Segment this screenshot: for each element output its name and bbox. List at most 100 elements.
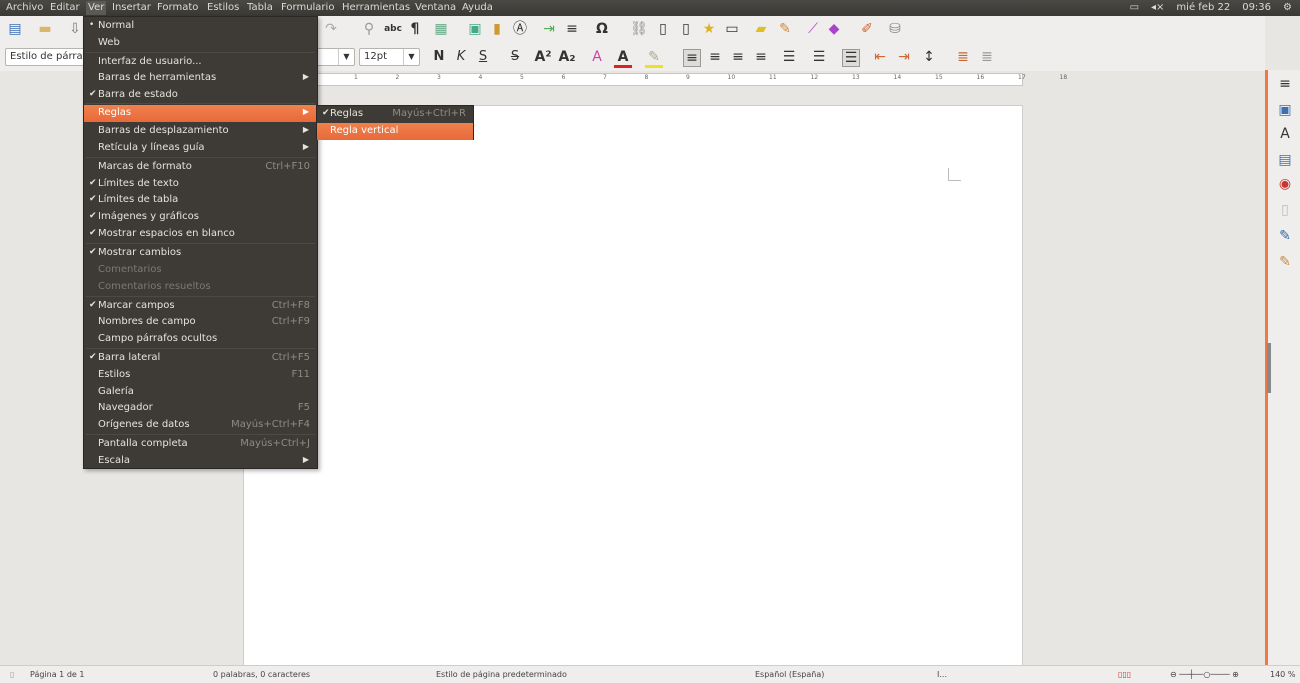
highlight-icon[interactable]: ✎	[645, 49, 663, 68]
bookmark-icon[interactable]: ★	[700, 21, 718, 37]
menu-item[interactable]: Orígenes de datos Mayús+Ctrl+F4	[84, 417, 317, 434]
page-count[interactable]: Página 1 de 1	[30, 670, 84, 679]
track-changes-icon[interactable]: ✎	[776, 21, 794, 37]
document-page[interactable]	[243, 105, 1023, 667]
menu-item[interactable]: ✔ Mostrar cambios	[84, 245, 317, 262]
menu-item[interactable]: Marcas de formato Ctrl+F10	[84, 159, 317, 176]
page-style[interactable]: Estilo de página predeterminado	[436, 670, 567, 679]
cross-reference-icon[interactable]: ▭	[723, 21, 741, 37]
menu-item[interactable]: Pantalla completa Mayús+Ctrl+J	[84, 436, 317, 453]
line-icon[interactable]: ⟋	[804, 21, 822, 37]
menu-ayuda[interactable]: Ayuda	[462, 2, 493, 13]
menu-icon[interactable]: ≡	[1276, 76, 1294, 92]
align-right-icon[interactable]: ≡	[729, 49, 747, 65]
comment-icon[interactable]: ▰	[752, 21, 770, 37]
menu-archivo[interactable]: Archivo	[6, 2, 43, 13]
subscript-icon[interactable]: A₂	[558, 49, 576, 65]
footnote-icon[interactable]: ▯	[654, 21, 672, 37]
menu-insertar[interactable]: Insertar	[112, 2, 151, 13]
menu-herramientas[interactable]: Herramientas	[342, 2, 410, 13]
menu-item[interactable]: Nombres de campo Ctrl+F9	[84, 314, 317, 331]
hyperlink-icon[interactable]: ⛓	[630, 21, 648, 37]
menu-item[interactable]: Galería	[84, 384, 317, 401]
view-layout-icon[interactable]: ▯▯▯	[1118, 670, 1131, 679]
zoom-slider[interactable]: ⊖ ──┼──○──── ⊕	[1170, 670, 1239, 679]
justify-icon[interactable]: ≡	[752, 49, 770, 65]
time[interactable]: 09:36	[1242, 2, 1271, 13]
menu-item[interactable]: Campo párrafos ocultos	[84, 331, 317, 348]
italic-button[interactable]: K	[452, 49, 470, 65]
spellcheck-icon[interactable]: abc	[384, 21, 402, 37]
superscript-icon[interactable]: A²	[534, 49, 552, 65]
menu-item[interactable]: Escala ▶	[84, 453, 317, 470]
special-character-icon[interactable]: Ω	[593, 21, 611, 37]
menu-item[interactable]: ✔ Mostrar espacios en blanco	[84, 226, 317, 243]
draw-functions-icon[interactable]: ✐	[858, 21, 876, 37]
menu-item[interactable]: ✔ Barra de estado	[84, 87, 317, 104]
underline-button[interactable]: S	[474, 49, 492, 65]
menu-item[interactable]: • Normal	[84, 18, 317, 35]
menu-item[interactable]: ✔ Límites de texto	[84, 176, 317, 193]
clear-formatting-icon[interactable]: A	[588, 49, 606, 65]
save-icon[interactable]: ⇩	[66, 21, 84, 37]
database-icon[interactable]: ⛁	[886, 21, 904, 37]
bold-button[interactable]: N	[430, 49, 448, 65]
numbered-list-icon[interactable]: ☰	[810, 49, 828, 65]
chevron-down-icon[interactable]: ▼	[403, 49, 419, 65]
navigator-icon[interactable]: ◉	[1276, 176, 1294, 192]
insert-image-icon[interactable]: ▣	[466, 21, 484, 37]
battery-icon[interactable]: ▭	[1130, 2, 1139, 13]
style-inspector-icon[interactable]: ✎	[1276, 228, 1294, 244]
increase-indent-icon[interactable]: ⇤	[871, 49, 889, 65]
insert-chart-icon[interactable]: ▮	[488, 21, 506, 37]
new-document-icon[interactable]: ▤	[6, 21, 24, 37]
align-left-icon[interactable]: ≡	[683, 49, 701, 67]
menu-tabla[interactable]: Tabla	[247, 2, 273, 13]
menu-formato[interactable]: Formato	[157, 2, 198, 13]
formatting-marks-icon[interactable]: ¶	[406, 21, 424, 37]
menu-item[interactable]: ✔ Marcar campos Ctrl+F8	[84, 298, 317, 315]
menu-item[interactable]: Regla vertical	[317, 123, 473, 140]
paragraph-spacing-icon[interactable]: ≣	[954, 49, 972, 65]
menu-ventana[interactable]: Ventana	[415, 2, 456, 13]
insert-textbox-icon[interactable]: Ⓐ	[511, 21, 529, 37]
horizontal-ruler[interactable]: 1 2 3 4 5 6 7 8 9 10 11 12 13 14 15 16 17 18	[243, 73, 1067, 86]
volume-icon[interactable]: ◂×	[1151, 2, 1164, 13]
vertical-scrollbar[interactable]	[1267, 343, 1271, 393]
outline-icon[interactable]: ☰	[842, 49, 860, 67]
line-spacing-icon[interactable]: ↕	[920, 49, 938, 65]
date[interactable]: mié feb 22	[1176, 2, 1230, 13]
menu-estilos[interactable]: Estilos	[207, 2, 239, 13]
properties-icon[interactable]: ▣	[1276, 102, 1294, 118]
language[interactable]: Español (España)	[755, 670, 824, 679]
menu-editar[interactable]: Editar	[50, 2, 80, 13]
redo-icon[interactable]: ↷	[322, 21, 340, 37]
insert-mode[interactable]: I...	[937, 670, 947, 679]
gallery-icon[interactable]: ▤	[1276, 152, 1294, 168]
word-count[interactable]: 0 palabras, 0 caracteres	[213, 670, 310, 679]
menu-item[interactable]: ✔ Barra lateral Ctrl+F5	[84, 350, 317, 367]
font-size-combo[interactable]: 12pt ▼	[359, 48, 420, 66]
find-replace-icon[interactable]: ⚲	[360, 21, 378, 37]
shapes-icon[interactable]: ◆	[825, 21, 843, 37]
insert-field-icon[interactable]: ≡	[563, 21, 581, 37]
menu-item[interactable]: Barras de desplazamiento ▶	[84, 123, 317, 140]
styles-icon[interactable]: A	[1276, 126, 1294, 142]
menu-item[interactable]: ✔ Límites de tabla	[84, 192, 317, 209]
decrease-indent-icon[interactable]: ⇥	[895, 49, 913, 65]
paragraph-spacing-decrease-icon[interactable]: ≣	[978, 49, 996, 65]
menu-item[interactable]: Barras de herramientas ▶	[84, 70, 317, 87]
menu-item[interactable]: Navegador F5	[84, 400, 317, 417]
align-center-icon[interactable]: ≡	[706, 49, 724, 65]
menu-item[interactable]: Estilos F11	[84, 367, 317, 384]
page-icon[interactable]: ▯	[1276, 202, 1294, 218]
menu-item[interactable]: ✔ Imágenes y gráficos	[84, 209, 317, 226]
manage-changes-icon[interactable]: ✎	[1276, 254, 1294, 270]
menu-item[interactable]: Retícula y líneas guía ▶	[84, 140, 317, 157]
menu-formulario[interactable]: Formulario	[281, 2, 334, 13]
endnote-icon[interactable]: ▯	[677, 21, 695, 37]
menu-item[interactable]: ✔ Reglas Mayús+Ctrl+R	[317, 106, 473, 123]
menu-item[interactable]: Interfaz de usuario...	[84, 54, 317, 71]
menu-ver[interactable]: Ver	[86, 1, 107, 15]
font-color-icon[interactable]: A	[614, 49, 632, 68]
